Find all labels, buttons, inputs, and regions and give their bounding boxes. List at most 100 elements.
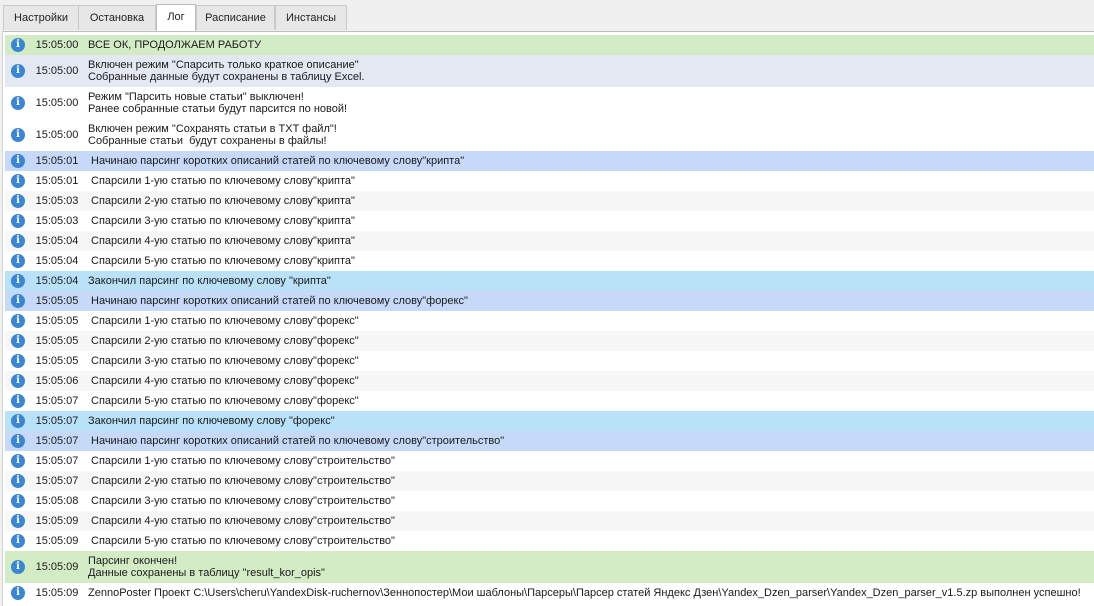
log-timestamp: 15:05:05 (35, 355, 79, 367)
log-panel[interactable]: i 15:05:00 ВСЕ ОК, ПРОДОЛЖАЕМ РАБОТУ i 15:05… (2, 31, 1094, 606)
log-message-line: Включен режим "Сохранять статьи в TXT фа… (88, 123, 337, 135)
log-message-line: Данные сохранены в таблицу "result_kor_o… (88, 567, 325, 579)
log-timestamp: 15:05:09 (35, 587, 79, 599)
info-icon: i (11, 374, 25, 388)
log-message-line: Ранее собранные статьи будут парсится по… (88, 103, 348, 115)
tab-stop[interactable]: Остановка (78, 5, 156, 30)
log-message: Начинаю парсинг коротких описаний статей… (91, 435, 504, 447)
log-row[interactable]: i 15:05:01 Начинаю парсинг коротких описан… (5, 151, 1094, 171)
log-row[interactable]: i 15:05:06 Спарсили 4-ую статью по ключево… (5, 371, 1094, 391)
log-row[interactable]: i 15:05:03 Спарсили 3-ую статью по ключево… (5, 211, 1094, 231)
log-row[interactable]: i 15:05:03 Спарсили 2-ую статью по ключево… (5, 191, 1094, 211)
info-icon: i (11, 560, 25, 574)
info-icon: i (11, 194, 25, 208)
info-icon: i (11, 354, 25, 368)
log-message-line: Начинаю парсинг коротких описаний статей… (91, 435, 505, 447)
tab-schedule[interactable]: Расписание (196, 5, 275, 30)
log-timestamp: 15:05:04 (35, 275, 79, 287)
log-row[interactable]: i 15:05:05 Спарсили 1-ую статью по ключево… (5, 311, 1094, 331)
log-row[interactable]: i 15:05:09 ZennoPoster Проект C:\Users\che… (5, 583, 1094, 603)
log-row[interactable]: i 15:05:01 Спарсили 1-ую статью по ключево… (5, 171, 1094, 191)
log-message: Спарсили 2-ую статью по ключевому слову"… (91, 335, 359, 347)
info-icon: i (11, 314, 25, 328)
info-icon: i (11, 234, 25, 248)
log-message: Спарсили 4-ую статью по ключевому слову"… (91, 375, 359, 387)
log-message-line: Собранные статьи будут сохранены в файлы… (88, 135, 327, 147)
log-message-line: Спарсили 2-ую статью по ключевому слову"… (91, 195, 355, 207)
log-timestamp: 15:05:05 (35, 295, 79, 307)
log-message: Спарсили 1-ую статью по ключевому слову"… (91, 175, 355, 187)
log-message-line: Спарсили 1-ую статью по ключевому слову"… (91, 455, 395, 467)
log-message: Режим "Парсить новые статьи" выключен! Ра… (88, 91, 347, 115)
tab-log[interactable]: Лог (156, 4, 196, 31)
log-message: Спарсили 4-ую статью по ключевому слову"… (91, 235, 355, 247)
log-row[interactable]: i 15:05:07 Закончил парсинг по ключевому с… (5, 411, 1094, 431)
info-icon: i (11, 474, 25, 488)
log-row[interactable]: i 15:05:09 Спарсили 4-ую статью по ключево… (5, 511, 1094, 531)
log-row[interactable]: i 15:05:00 ВСЕ ОК, ПРОДОЛЖАЕМ РАБОТУ (5, 35, 1094, 55)
log-row[interactable]: i 15:05:07 Спарсили 2-ую статью по ключево… (5, 471, 1094, 491)
log-message-line: Спарсили 5-ую статью по ключевому слову"… (91, 535, 395, 547)
log-timestamp: 15:05:08 (35, 495, 79, 507)
log-message: Парсинг окончен! Данные сохранены в табли… (88, 555, 325, 579)
log-message-line: Спарсили 4-ую статью по ключевому слову"… (91, 375, 359, 387)
info-icon: i (11, 534, 25, 548)
log-timestamp: 15:05:07 (35, 415, 79, 427)
log-message-line: Начинаю парсинг коротких описаний статей… (91, 155, 465, 167)
log-row[interactable]: i 15:05:09 Парсинг окончен! Данные сохранен… (5, 551, 1094, 583)
log-row[interactable]: i 15:05:07 Начинаю парсинг коротких описан… (5, 431, 1094, 451)
log-timestamp: 15:05:06 (35, 375, 79, 387)
info-icon: i (11, 64, 25, 78)
log-timestamp: 15:05:07 (35, 395, 79, 407)
log-message-line: Закончил парсинг по ключевому слову "фор… (88, 415, 335, 427)
log-timestamp: 15:05:04 (35, 255, 79, 267)
log-row[interactable]: i 15:05:05 Начинаю парсинг коротких описан… (5, 291, 1094, 311)
log-row[interactable]: i 15:05:07 Спарсили 5-ую статью по ключево… (5, 391, 1094, 411)
info-icon: i (11, 274, 25, 288)
log-timestamp: 15:05:03 (35, 215, 79, 227)
log-row[interactable]: i 15:05:07 Спарсили 1-ую статью по ключево… (5, 451, 1094, 471)
log-message: Спарсили 3-ую статью по ключевому слову"… (91, 495, 395, 507)
log-message: Спарсили 3-ую статью по ключевому слову"… (91, 355, 359, 367)
log-timestamp: 15:05:07 (35, 435, 79, 447)
log-row[interactable]: i 15:05:00 Включен режим "Спарсить только … (5, 55, 1094, 87)
info-icon: i (11, 334, 25, 348)
log-message: Начинаю парсинг коротких описаний статей… (91, 155, 464, 167)
log-row[interactable]: i 15:05:05 Спарсили 2-ую статью по ключево… (5, 331, 1094, 351)
log-message: Спарсили 1-ую статью по ключевому слову"… (91, 455, 395, 467)
log-message-line: Режим "Парсить новые статьи" выключен! (88, 91, 304, 103)
log-timestamp: 15:05:09 (35, 535, 79, 547)
log-timestamp: 15:05:07 (35, 475, 79, 487)
log-message-line: Собранные данные будут сохранены в табли… (88, 71, 365, 83)
log-message-line: ZennoPoster Проект C:\Users\cheru\Yandex… (88, 587, 1081, 599)
info-icon: i (11, 38, 25, 52)
log-row[interactable]: i 15:05:00 Включен режим "Сохранять статьи… (5, 119, 1094, 151)
log-message: Спарсили 4-ую статью по ключевому слову"… (91, 515, 395, 527)
info-icon: i (11, 254, 25, 268)
log-message-line: ВСЕ ОК, ПРОДОЛЖАЕМ РАБОТУ (88, 39, 262, 51)
log-row[interactable]: i 15:05:08 Спарсили 3-ую статью по ключево… (5, 491, 1094, 511)
log-message: Спарсили 2-ую статью по ключевому слову"… (91, 195, 355, 207)
info-icon: i (11, 454, 25, 468)
tab-settings[interactable]: Настройки (3, 5, 79, 30)
log-message-line: Спарсили 2-ую статью по ключевому слову"… (91, 475, 395, 487)
info-icon: i (11, 294, 25, 308)
log-row[interactable]: i 15:05:09 Спарсили 5-ую статью по ключево… (5, 531, 1094, 551)
info-icon: i (11, 414, 25, 428)
log-timestamp: 15:05:07 (35, 455, 79, 467)
log-timestamp: 15:05:05 (35, 335, 79, 347)
log-message-line: Спарсили 1-ую статью по ключевому слову"… (91, 315, 359, 327)
log-row[interactable]: i 15:05:00 Режим "Парсить новые статьи" вы… (5, 87, 1094, 119)
log-message: Включен режим "Спарсить только краткое о… (88, 59, 365, 83)
info-icon: i (11, 128, 25, 142)
log-row[interactable]: i 15:05:05 Спарсили 3-ую статью по ключево… (5, 351, 1094, 371)
log-row[interactable]: i 15:05:04 Спарсили 5-ую статью по ключево… (5, 251, 1094, 271)
log-message: Закончил парсинг по ключевому слову "фор… (88, 415, 335, 427)
log-timestamp: 15:05:01 (35, 175, 79, 187)
log-message-line: Спарсили 4-ую статью по ключевому слову"… (91, 515, 395, 527)
log-message-line: Парсинг окончен! (88, 555, 178, 567)
log-row[interactable]: i 15:05:04 Закончил парсинг по ключевому с… (5, 271, 1094, 291)
tab-instances[interactable]: Инстансы (275, 5, 347, 30)
log-timestamp: 15:05:00 (35, 97, 79, 109)
log-row[interactable]: i 15:05:04 Спарсили 4-ую статью по ключево… (5, 231, 1094, 251)
